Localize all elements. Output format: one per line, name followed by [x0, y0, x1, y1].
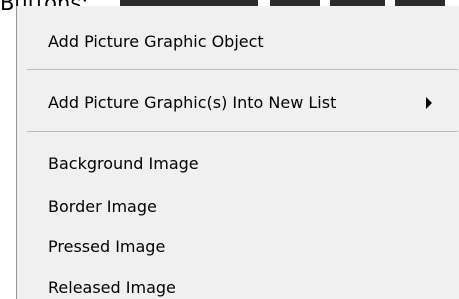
menu-item-pressed-image[interactable]: Pressed Image: [48, 237, 165, 257]
context-menu: Add Picture Graphic Object Add Picture G…: [16, 6, 459, 299]
menu-separator: [27, 131, 458, 132]
menu-item-released-image[interactable]: Released Image: [48, 278, 176, 298]
submenu-arrow-icon: [426, 97, 432, 109]
menu-item-background-image[interactable]: Background Image: [48, 154, 199, 174]
menu-item-border-image[interactable]: Border Image: [48, 197, 157, 217]
menu-item-add-picture-graphics-into-new-list[interactable]: Add Picture Graphic(s) Into New List: [48, 93, 336, 113]
menu-item-add-picture-graphic-object[interactable]: Add Picture Graphic Object: [48, 32, 264, 52]
menu-separator: [27, 69, 458, 70]
